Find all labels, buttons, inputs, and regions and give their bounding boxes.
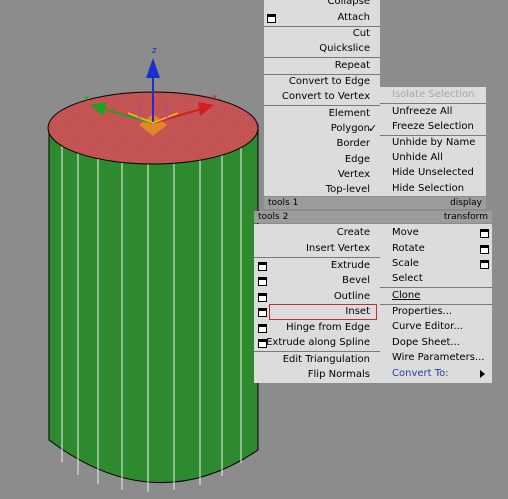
menu-item-cut[interactable]: Cut (264, 26, 380, 41)
menu-item-inset[interactable]: Inset (254, 304, 380, 319)
x-axis-label: x (212, 93, 218, 103)
menu-item-properties[interactable]: Properties... (380, 304, 492, 319)
y-axis-label: y (84, 93, 90, 103)
menu-item-edit-triangulation[interactable]: Edit Triangulation (254, 352, 380, 367)
display-menu: Isolate Selection Unfreeze All Freeze Se… (380, 87, 486, 196)
menu-item-flip-normals[interactable]: Flip Normals (254, 367, 380, 382)
menu-item-top-level[interactable]: Top-level (264, 182, 380, 197)
menu-item-rotate[interactable]: Rotate (380, 241, 492, 256)
menu-item-freeze-selection[interactable]: Freeze Selection (380, 119, 486, 134)
menu-item-bevel[interactable]: Bevel (254, 273, 380, 288)
transform-menu: Move Rotate Scale Select Clone Propertie… (380, 224, 492, 383)
menu-item-vertex[interactable]: Vertex (264, 167, 380, 182)
menu-item-convert-to-vertex[interactable]: Convert to Vertex (264, 89, 380, 104)
quad-label-tools2: tools 2 (254, 211, 380, 223)
tools1-menu: Collapse Attach Cut Quickslice Repeat Co… (264, 0, 380, 196)
quad-label-transform: transform (380, 211, 492, 223)
menu-item-polygon[interactable]: Polygon (264, 121, 380, 136)
menu-item-dope-sheet[interactable]: Dope Sheet... (380, 335, 492, 350)
z-axis-label: z (152, 46, 157, 56)
menu-item-wire-parameters[interactable]: Wire Parameters... (380, 350, 492, 365)
menu-item-unfreeze-all[interactable]: Unfreeze All (380, 104, 486, 119)
menu-item-element[interactable]: Element (264, 106, 380, 121)
menu-item-scale[interactable]: Scale (380, 256, 492, 271)
menu-item-extrude[interactable]: Extrude (254, 258, 380, 273)
viewport[interactable]: z x y Collapse Attach Cut Quickslice Rep… (0, 0, 508, 496)
menu-item-collapse[interactable]: Collapse (264, 0, 380, 9)
menu-item-isolate-selection: Isolate Selection (392, 89, 475, 100)
menu-item-unhide-all[interactable]: Unhide All (380, 150, 486, 165)
menu-item-unhide-by-name[interactable]: Unhide by Name (380, 135, 486, 150)
menu-item-edge[interactable]: Edge (264, 152, 380, 167)
menu-item-border[interactable]: Border (264, 136, 380, 151)
menu-item-hinge-from-edge[interactable]: Hinge from Edge (254, 320, 380, 335)
tools2-menu: Create Insert Vertex Extrude Bevel Outli… (254, 224, 380, 383)
check-icon: ✓ (368, 122, 378, 135)
menu-item-repeat[interactable]: Repeat (264, 58, 380, 73)
menu-item-move[interactable]: Move (380, 225, 492, 240)
menu-item-clone[interactable]: Clone (380, 288, 492, 303)
menu-item-quickslice[interactable]: Quickslice (264, 41, 380, 56)
menu-item-hide-unselected[interactable]: Hide Unselected (380, 165, 486, 180)
menu-item-insert-vertex[interactable]: Insert Vertex (254, 241, 380, 256)
menu-item-curve-editor[interactable]: Curve Editor... (380, 319, 492, 334)
menu-item-convert-to[interactable]: Convert To: (380, 366, 492, 381)
menu-item-outline[interactable]: Outline (254, 289, 380, 304)
menu-item-extrude-along-spline[interactable]: Extrude along Spline (254, 335, 380, 350)
quad-label-display: display (380, 197, 486, 209)
menu-item-convert-to-edge[interactable]: Convert to Edge (264, 74, 380, 89)
menu-item-create[interactable]: Create (254, 225, 380, 240)
submenu-arrow-icon (480, 370, 485, 378)
menu-item-hide-selection[interactable]: Hide Selection (380, 181, 486, 196)
menu-item-attach[interactable]: Attach (264, 10, 380, 25)
quad-label-tools1: tools 1 (264, 197, 380, 209)
menu-item-select[interactable]: Select (380, 271, 492, 286)
